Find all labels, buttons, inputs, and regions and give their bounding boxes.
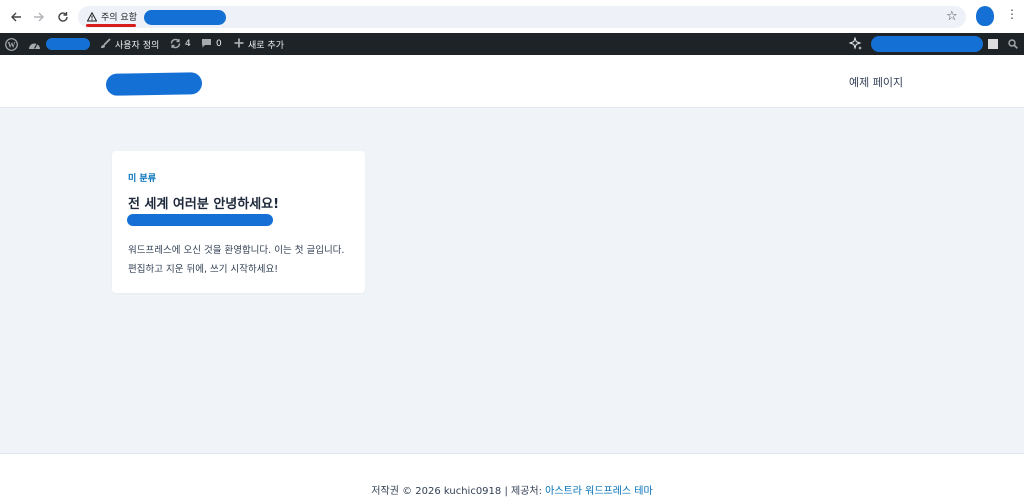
red-underline-annotation xyxy=(86,24,136,27)
warning-triangle-icon xyxy=(87,11,97,21)
wp-admin-bar: W 사용자 정의 4 0 새로 추가 xyxy=(0,33,1024,55)
sparkle-ai-icon[interactable] xyxy=(849,33,863,55)
post-card: 미 분류 전 세계 여러분 안녕하세요! 워드프레스에 오신 것을 환영합니다.… xyxy=(112,151,365,293)
security-warning-label: 주의 요함 xyxy=(101,13,137,23)
site-footer: 저작권 © 2026 kuchic0918 | 제공처: 아스트라 워드프레스 … xyxy=(0,453,1024,503)
site-logo-redaction[interactable] xyxy=(105,72,203,96)
kebab-menu-icon[interactable]: ⋮ xyxy=(1006,8,1018,20)
updates-link[interactable]: 4 xyxy=(170,33,191,55)
site-name-redaction xyxy=(46,38,90,50)
new-content-link[interactable]: 새로 추가 xyxy=(234,33,284,55)
svg-text:W: W xyxy=(8,40,16,49)
profile-avatar[interactable] xyxy=(976,6,994,26)
comment-bubble-icon xyxy=(201,38,212,51)
post-excerpt: 워드프레스에 오신 것을 환영합니다. 이는 첫 글입니다. 편집하고 지운 뒤… xyxy=(128,245,345,275)
reload-icon[interactable] xyxy=(52,6,74,28)
user-name-redaction xyxy=(871,36,983,52)
post-category[interactable]: 미 분류 xyxy=(128,171,156,184)
updates-refresh-icon xyxy=(170,38,181,51)
paintbrush-icon xyxy=(100,37,111,51)
menu-item-sample-page[interactable]: 예제 페이지 xyxy=(849,74,903,90)
post-meta-redaction xyxy=(127,214,273,226)
copyright-text: 저작권 © 2026 kuchic0918 | 제공처: xyxy=(371,486,546,497)
comments-link[interactable]: 0 xyxy=(201,33,222,55)
main-content: 미 분류 전 세계 여러분 안녕하세요! 워드프레스에 오신 것을 환영합니다.… xyxy=(0,108,1024,453)
post-title[interactable]: 전 세계 여러분 안녕하세요! xyxy=(128,193,279,212)
comments-count: 0 xyxy=(216,39,222,49)
url-redaction xyxy=(144,10,226,25)
theme-link[interactable]: 아스트라 워드프레스 테마 xyxy=(545,486,653,497)
address-bar[interactable]: 주의 요함 ☆ xyxy=(78,6,966,28)
site-header: 예제 페이지 xyxy=(0,55,1024,108)
forward-arrow-icon[interactable] xyxy=(28,6,50,28)
updates-count: 4 xyxy=(185,39,191,49)
footer-copyright: 저작권 © 2026 kuchic0918 | 제공처: 아스트라 워드프레스 … xyxy=(0,482,1024,497)
user-avatar[interactable] xyxy=(988,39,998,49)
customize-label: 사용자 정의 xyxy=(115,40,160,51)
star-icon[interactable]: ☆ xyxy=(946,9,958,24)
browser-toolbar: 주의 요함 ☆ ⋮ xyxy=(0,0,1024,33)
customize-link[interactable]: 사용자 정의 xyxy=(100,33,159,55)
security-warning[interactable]: 주의 요함 xyxy=(87,10,137,23)
search-icon[interactable] xyxy=(1008,33,1018,55)
dashboard-gauge-icon[interactable] xyxy=(28,33,41,55)
plus-icon xyxy=(234,38,244,50)
wordpress-logo-icon[interactable]: W xyxy=(5,33,18,55)
new-content-label: 새로 추가 xyxy=(248,40,284,51)
back-arrow-icon[interactable] xyxy=(5,6,27,28)
